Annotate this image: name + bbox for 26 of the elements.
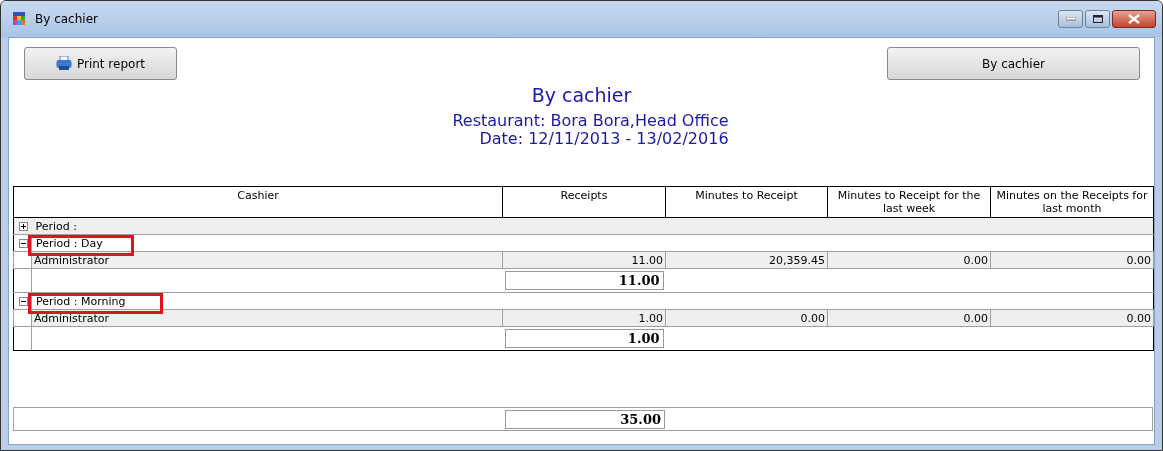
subtotal-value: 1.00 (504, 329, 664, 348)
printer-icon (55, 56, 72, 71)
close-icon (1128, 14, 1140, 24)
maximize-icon (1092, 15, 1103, 23)
by-cachier-button[interactable]: By cachier (887, 47, 1140, 80)
maximize-button[interactable] (1085, 10, 1110, 28)
period-group-label[interactable]: Period : (35, 219, 77, 233)
expand-icon[interactable] (19, 221, 28, 231)
grand-total-value: 35.00 (505, 409, 665, 429)
column-header: Receipts (502, 186, 666, 218)
minimize-icon (1065, 17, 1076, 21)
collapse-icon[interactable] (19, 238, 28, 248)
column-header: Minutes on the Receipts for last month (990, 186, 1154, 218)
date-range-label: Date: 12/11/2013 - 13/02/2016 (478, 130, 729, 148)
column-header: Cashier (13, 186, 503, 218)
report-title: By cachier (530, 84, 633, 106)
period-group-label[interactable]: Period : Morning (36, 294, 126, 308)
period-group-label[interactable]: Period : Day (36, 236, 103, 250)
collapse-icon[interactable] (19, 296, 28, 306)
column-header: Minutes to Receipt (665, 186, 828, 218)
print-report-button[interactable]: Print report (24, 47, 177, 80)
subtotal-value: 11.00 (504, 271, 664, 290)
window-title: By cachier (35, 12, 99, 26)
column-header: Minutes to Receipt for the last week (827, 186, 991, 218)
restaurant-label: Restaurant: Bora Bora,Head Office (452, 112, 729, 130)
close-button[interactable] (1112, 10, 1156, 28)
